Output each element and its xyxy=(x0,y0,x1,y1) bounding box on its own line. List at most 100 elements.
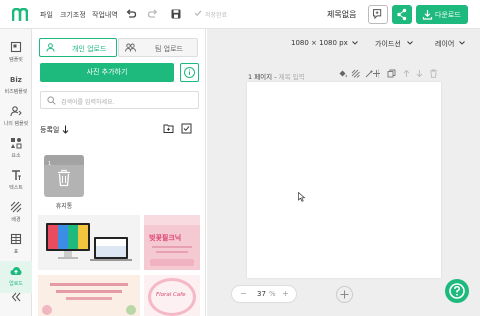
thumb-laptop xyxy=(94,237,128,259)
pattern-icon[interactable] xyxy=(351,69,360,78)
chevron-down-icon[interactable] xyxy=(352,41,358,45)
page-label: 1 페이지 - 제목 입력 xyxy=(248,71,305,81)
new-folder-icon[interactable] xyxy=(163,123,174,134)
share-button[interactable] xyxy=(392,5,412,24)
zoom-control: − 37 % + xyxy=(231,285,297,303)
delete-page-icon[interactable] xyxy=(429,69,438,78)
tab-personal-upload[interactable]: 개인 업로드 xyxy=(39,38,117,57)
trash-label: 휴지통 xyxy=(55,203,73,210)
tab-team-label: 팀 업로드 xyxy=(155,45,183,53)
menu-resize[interactable]: 크기조정 xyxy=(60,10,86,20)
rail-label: 비즈템플릿 xyxy=(4,89,28,95)
arrow-down-icon[interactable] xyxy=(62,125,69,134)
thumbnail-floral-cafe[interactable]: Floral Cafe xyxy=(144,275,200,316)
download-button[interactable]: 다운로드 xyxy=(416,5,468,24)
rail-item-background[interactable]: 배경 xyxy=(0,197,32,229)
sort-dropdown[interactable]: 등록일 xyxy=(40,125,59,135)
zoom-value[interactable]: 37 xyxy=(257,290,266,298)
team-icon xyxy=(125,43,136,52)
collapse-icon[interactable] xyxy=(11,292,21,302)
search-input[interactable]: 검색어를 입력하세요. xyxy=(40,91,199,109)
move-up-icon[interactable] xyxy=(402,69,411,78)
miricanvas-logo[interactable] xyxy=(12,8,28,21)
folder-index: 1 xyxy=(48,161,52,167)
add-page-button[interactable] xyxy=(336,286,353,303)
rail-label: 나의 템플릿 xyxy=(3,121,29,127)
help-button[interactable] xyxy=(445,279,469,303)
layers-dropdown[interactable]: 레이어 xyxy=(435,39,454,49)
tab-personal-label: 개인 업로드 xyxy=(72,45,107,53)
search-icon xyxy=(47,96,56,105)
zoom-unit: % xyxy=(269,290,276,298)
table-icon xyxy=(10,233,22,245)
thumb-text: Floral Cafe xyxy=(156,292,186,298)
select-checkbox-icon[interactable] xyxy=(181,123,192,134)
undo-icon[interactable] xyxy=(125,8,137,20)
document-title[interactable]: 제목없음 xyxy=(327,9,356,20)
add-page-icon[interactable] xyxy=(372,69,381,78)
my-template-icon xyxy=(10,106,22,117)
upload-panel: 개인 업로드 팀 업로드 사진 추가하기 검색어를 입력하세요. 등록일 1 휴… xyxy=(32,29,206,316)
mouse-cursor-icon xyxy=(298,192,306,202)
thumbnail-devices[interactable] xyxy=(38,215,140,270)
rail-item-table[interactable]: 표 xyxy=(0,229,32,261)
comment-icon xyxy=(373,9,382,20)
duplicate-icon[interactable] xyxy=(387,69,396,78)
menu-file[interactable]: 파일 xyxy=(40,10,53,20)
chevron-down-icon[interactable] xyxy=(407,41,413,45)
rail-item-elements[interactable]: 요소 xyxy=(0,133,32,165)
plus-icon xyxy=(340,290,349,299)
thumbnail-cherry-picnic[interactable]: 벚꽃필크닉 xyxy=(144,215,200,270)
move-down-icon[interactable] xyxy=(415,69,424,78)
thumb-text: 벚꽃필크닉 xyxy=(149,234,182,242)
canvas-size-dropdown[interactable]: 1080 × 1080 px xyxy=(291,39,348,47)
info-icon xyxy=(184,67,195,78)
rail-label: 배경 xyxy=(11,217,21,223)
tab-team-upload[interactable]: 팀 업로드 xyxy=(118,38,198,57)
page-number: 1 페이지 - xyxy=(248,73,277,81)
person-icon xyxy=(46,43,55,52)
share-icon xyxy=(397,8,407,21)
page-title-input[interactable]: 제목 입력 xyxy=(279,73,305,81)
rail-item-biz-template[interactable]: Biz 비즈템플릿 xyxy=(0,69,32,101)
search-placeholder: 검색어를 입력하세요. xyxy=(61,99,115,106)
svg-text:Biz: Biz xyxy=(10,76,22,84)
paint-bucket-icon[interactable] xyxy=(338,69,347,78)
rail-label: 텍스트 xyxy=(9,185,23,191)
zoom-in-button[interactable]: + xyxy=(282,289,289,298)
comment-button[interactable] xyxy=(368,5,388,24)
rail-item-text[interactable]: 텍스트 xyxy=(0,165,32,197)
save-icon[interactable] xyxy=(170,8,182,20)
upload-icon xyxy=(10,267,22,275)
template-icon xyxy=(10,41,22,53)
rail-label: 요소 xyxy=(11,153,21,159)
thumbnail-floral-note[interactable] xyxy=(38,275,140,316)
download-icon xyxy=(422,10,433,20)
check-icon xyxy=(194,10,202,17)
chevron-down-icon[interactable] xyxy=(459,41,465,45)
rail-label: 템플릿 xyxy=(9,57,23,63)
background-icon xyxy=(10,201,22,213)
rail-item-my-template[interactable]: 나의 템플릿 xyxy=(0,101,32,133)
thumb-monitor xyxy=(46,223,90,251)
zoom-out-button[interactable]: − xyxy=(240,289,247,298)
trash-icon xyxy=(58,169,70,187)
rail-item-template[interactable]: 템플릿 xyxy=(0,37,32,69)
left-rail: 템플릿 Biz 비즈템플릿 나의 템플릿 요소 텍스트 배경 표 업로드 xyxy=(0,29,32,316)
rail-label: 업로드 xyxy=(9,281,23,287)
rail-label: 표 xyxy=(13,249,19,255)
guides-dropdown[interactable]: 가이드선 xyxy=(375,39,401,49)
download-label: 다운로드 xyxy=(435,11,461,19)
add-photo-button[interactable]: 사진 추가하기 xyxy=(40,63,174,82)
biz-template-icon: Biz xyxy=(10,76,22,84)
autosave-status: 저장완료 xyxy=(205,12,228,19)
info-button[interactable] xyxy=(180,63,199,82)
design-page[interactable] xyxy=(247,82,441,278)
elements-icon xyxy=(11,138,22,149)
canvas-workarea: 1080 × 1080 px 가이드선 레이어 1 페이지 - 제목 입력 − … xyxy=(207,29,480,316)
top-bar: 파일 크기조정 작업내역 저장완료 제목없음 다운로드 xyxy=(0,0,480,29)
menu-history[interactable]: 작업내역 xyxy=(92,10,118,20)
rail-item-upload[interactable]: 업로드 xyxy=(0,261,32,293)
redo-icon[interactable] xyxy=(147,8,159,20)
question-icon xyxy=(449,283,465,299)
